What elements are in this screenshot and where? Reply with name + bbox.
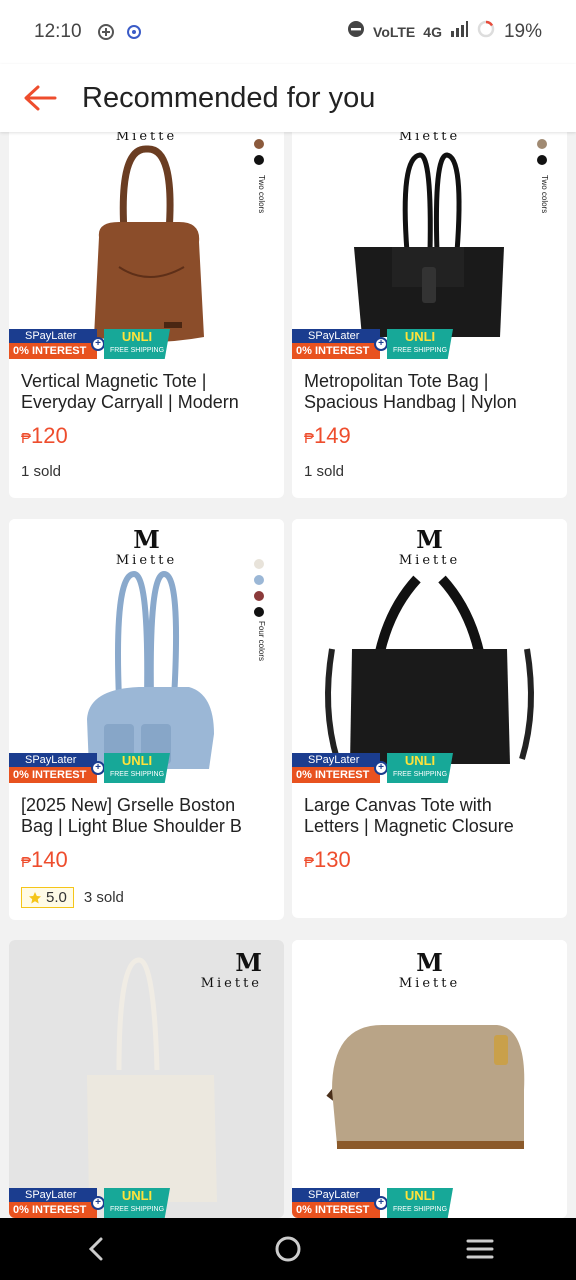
page-title: Recommended for you xyxy=(82,81,376,114)
product-card[interactable]: Miette Two colors SPayLater 0% INTEREST +… xyxy=(9,132,284,498)
status-bar: 12:10 VoLTE 4G 19% xyxy=(0,0,576,64)
bag-illustration xyxy=(326,1025,525,1149)
promo-banner: SPayLater 0% INTEREST + UNLI FREE SHIPPING xyxy=(292,753,567,783)
sold-count: 1 sold xyxy=(21,463,62,480)
bag-illustration xyxy=(87,570,214,769)
product-name: Metropolitan Tote Bag | Spacious Handbag … xyxy=(304,371,517,412)
app-header: Recommended for you xyxy=(0,64,576,132)
product-meta xyxy=(304,887,555,906)
bag-illustration xyxy=(87,957,217,1202)
product-meta: 1 sold xyxy=(304,463,555,480)
product-card[interactable]: M Miette SPayLater 0% INTEREST + UNLI FREE … xyxy=(292,940,567,1218)
product-price: ₱140 xyxy=(21,847,68,872)
product-price: ₱149 xyxy=(304,423,351,448)
product-card[interactable]: M Miette SPayLater 0% INTEREST + UNLI FREE … xyxy=(292,519,567,918)
promo-banner: SPayLater 0% INTEREST + UNLI FREE SHIPPING xyxy=(9,329,284,359)
product-price: ₱120 xyxy=(21,423,68,448)
product-image: M Miette SPayLater 0% INTEREST + UNLI FREE … xyxy=(9,940,284,1218)
product-card[interactable]: M Miette Four colors SPayLater 0% INTEREST… xyxy=(9,519,284,920)
system-nav-bar xyxy=(0,1218,576,1280)
bag-illustration xyxy=(94,145,204,342)
product-name: Large Canvas Tote with Letters | Magnetic… xyxy=(304,795,514,836)
product-meta: 1 sold xyxy=(21,463,272,480)
nav-recents-button[interactable] xyxy=(450,1218,510,1280)
product-name: [2025 New] Grselle Boston Bag | Light Blu… xyxy=(21,795,242,836)
promo-banner: SPayLater 0% INTEREST + UNLI FREE SHIPPING xyxy=(9,1188,284,1218)
menu-lines-icon xyxy=(466,1239,494,1259)
network-type: 4G xyxy=(423,24,442,40)
product-card[interactable]: M Miette SPayLater 0% INTEREST + UNLI FREE … xyxy=(9,940,284,1218)
promo-banner: SPayLater 0% INTEREST + UNLI FREE SHIPPING xyxy=(292,329,567,359)
sold-count: 3 sold xyxy=(83,889,124,906)
promo-banner: SPayLater 0% INTEREST + UNLI FREE SHIPPING xyxy=(9,753,284,783)
chevron-left-icon xyxy=(88,1237,103,1261)
product-card[interactable]: Miette Two colors SPayLater 0% INTEREST +… xyxy=(292,132,567,498)
signal-icon xyxy=(450,21,468,43)
product-image: M Miette SPayLater 0% INTEREST + UNLI FREE … xyxy=(292,940,567,1218)
product-price: ₱130 xyxy=(304,847,351,872)
bag-illustration xyxy=(325,575,534,764)
promo-banner: SPayLater 0% INTEREST + UNLI FREE SHIPPING xyxy=(292,1188,567,1218)
sold-count: 1 sold xyxy=(304,463,345,480)
product-meta: 5.0 3 sold xyxy=(21,887,272,908)
rating-badge: 5.0 xyxy=(21,887,74,908)
product-grid: Miette Two colors SPayLater 0% INTEREST +… xyxy=(0,132,576,1218)
battery-percent: 19% xyxy=(503,21,542,42)
sync-icon xyxy=(124,22,144,42)
status-time: 12:10 xyxy=(34,21,82,42)
dnd-icon xyxy=(347,20,365,44)
product-image: Miette Two colors SPayLater 0% INTEREST +… xyxy=(9,132,284,359)
bag-illustration xyxy=(354,152,504,337)
product-image: Miette Two colors SPayLater 0% INTEREST +… xyxy=(292,132,567,359)
product-image: M Miette SPayLater 0% INTEREST + UNLI FREE … xyxy=(292,519,567,783)
nav-home-button[interactable] xyxy=(258,1218,318,1280)
nav-back-button[interactable] xyxy=(66,1218,126,1280)
battery-icon xyxy=(476,19,496,45)
back-button[interactable] xyxy=(0,64,80,132)
home-circle-icon xyxy=(275,1236,301,1262)
volte-indicator: VoLTE xyxy=(373,24,416,40)
star-icon xyxy=(29,891,41,903)
app-notification-icon xyxy=(96,22,116,42)
product-image: M Miette Four colors SPayLater 0% INTEREST… xyxy=(9,519,284,783)
arrow-left-icon xyxy=(24,85,57,111)
product-name: Vertical Magnetic Tote | Everyday Carryal… xyxy=(21,371,239,412)
